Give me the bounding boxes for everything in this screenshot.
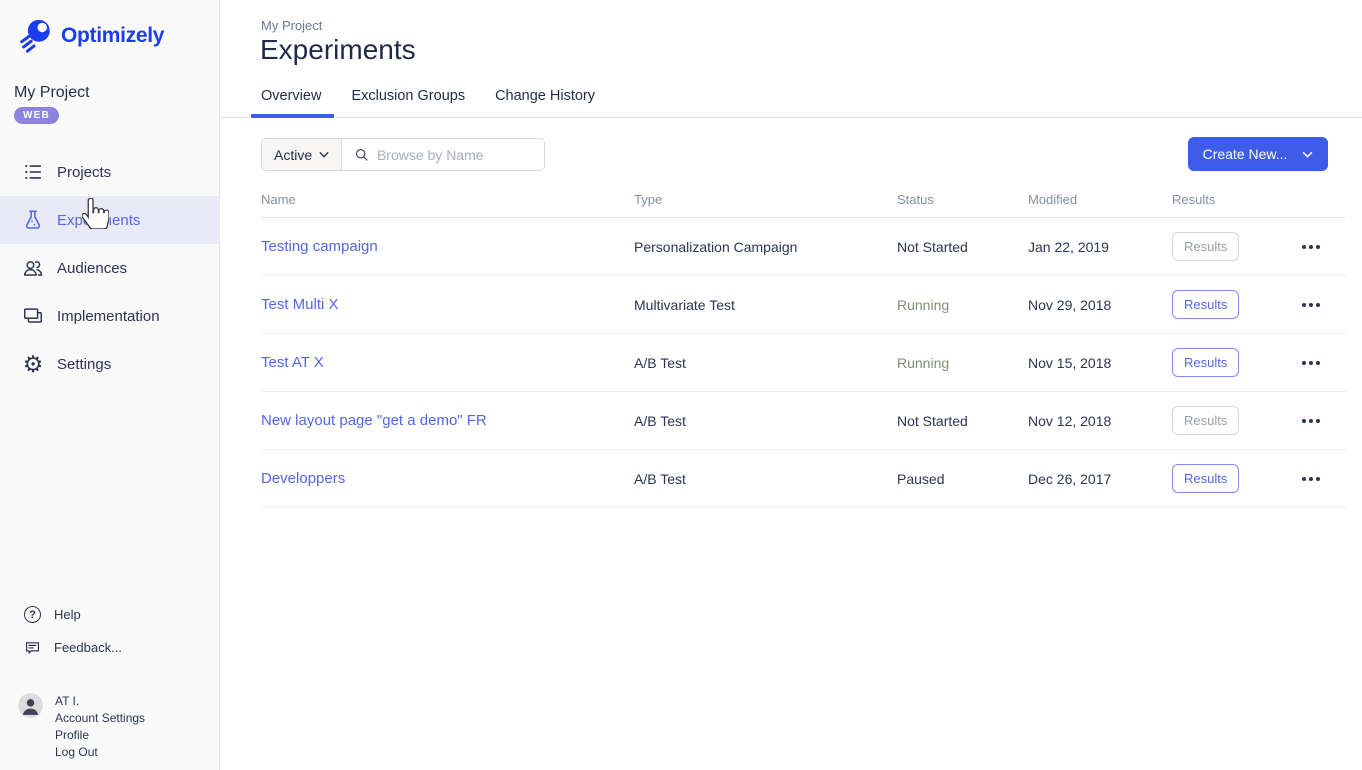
tab-overview[interactable]: Overview xyxy=(261,83,321,117)
audiences-people-icon xyxy=(22,257,44,279)
results-button[interactable]: Results xyxy=(1172,232,1239,261)
feedback-bubble-icon xyxy=(24,639,41,656)
experiment-type: Multivariate Test xyxy=(634,297,897,313)
flask-icon xyxy=(22,209,44,231)
column-header-modified: Modified xyxy=(1028,192,1172,207)
experiment-name-link[interactable]: Test AT X xyxy=(261,354,634,371)
sidebar-item-label: Settings xyxy=(57,356,111,373)
table-row: Testing campaign Personalization Campaig… xyxy=(261,218,1346,276)
tab-change-history[interactable]: Change History xyxy=(495,83,595,117)
experiments-table: Name Type Status Modified Results Testin… xyxy=(261,190,1346,508)
breadcrumb[interactable]: My Project xyxy=(261,18,322,33)
tab-bar: Overview Exclusion Groups Change History xyxy=(220,83,1362,118)
results-button[interactable]: Results xyxy=(1172,464,1239,493)
row-actions-menu[interactable] xyxy=(1302,471,1346,487)
column-header-name: Name xyxy=(261,192,634,207)
sidebar-item-experiments[interactable]: Experiments xyxy=(0,196,219,244)
experiment-status: Paused xyxy=(897,471,1028,487)
main-content: My Project Experiments Overview Exclusio… xyxy=(220,0,1362,770)
column-header-type: Type xyxy=(634,192,897,207)
experiment-modified-date: Dec 26, 2017 xyxy=(1028,471,1172,487)
sidebar: Optimizely My Project WEB Projects Exper… xyxy=(0,0,220,770)
create-new-button[interactable]: Create New... xyxy=(1188,137,1328,171)
logo-wordmark: Optimizely xyxy=(61,24,164,48)
avatar-person-icon[interactable] xyxy=(18,693,43,718)
row-actions-menu[interactable] xyxy=(1302,239,1346,255)
sidebar-nav: Projects Experiments Audiences xyxy=(0,148,219,388)
experiment-status: Running xyxy=(897,355,1028,371)
log-out-link[interactable]: Log Out xyxy=(55,744,145,761)
experiment-status: Not Started xyxy=(897,239,1028,255)
row-actions-menu[interactable] xyxy=(1302,297,1346,313)
column-header-results: Results xyxy=(1172,192,1302,207)
experiment-status: Running xyxy=(897,297,1028,313)
project-type-badge: WEB xyxy=(14,107,59,124)
optimizely-logo-icon xyxy=(16,17,54,55)
projects-list-icon xyxy=(22,161,44,183)
sidebar-project-name: My Project xyxy=(14,84,90,102)
user-block: AT I. Account Settings Profile Log Out xyxy=(18,693,145,761)
row-actions-menu[interactable] xyxy=(1302,413,1346,429)
search-input[interactable] xyxy=(377,147,532,163)
page-title: Experiments xyxy=(260,34,416,66)
help-link[interactable]: ? Help xyxy=(0,598,219,631)
chevron-down-icon xyxy=(1302,151,1313,158)
search-box xyxy=(342,139,544,170)
sidebar-item-label: Projects xyxy=(57,164,111,181)
table-header: Name Type Status Modified Results xyxy=(261,190,1346,218)
results-button[interactable]: Results xyxy=(1172,406,1239,435)
experiment-modified-date: Jan 22, 2019 xyxy=(1028,239,1172,255)
experiment-name-link[interactable]: New layout page "get a demo" FR xyxy=(261,412,634,429)
filter-search-control: Active xyxy=(261,138,545,171)
gear-icon: ⚙ xyxy=(22,353,44,375)
experiment-type: A/B Test xyxy=(634,413,897,429)
experiment-modified-date: Nov 15, 2018 xyxy=(1028,355,1172,371)
column-header-status: Status xyxy=(897,192,1028,207)
tab-exclusion-groups[interactable]: Exclusion Groups xyxy=(351,83,465,117)
experiment-type: A/B Test xyxy=(634,471,897,487)
experiment-modified-date: Nov 12, 2018 xyxy=(1028,413,1172,429)
experiment-type: Personalization Campaign xyxy=(634,239,897,255)
sidebar-item-label: Audiences xyxy=(57,260,127,277)
table-row: Developpers A/B Test Paused Dec 26, 2017… xyxy=(261,450,1346,508)
table-row: New layout page "get a demo" FR A/B Test… xyxy=(261,392,1346,450)
row-actions-menu[interactable] xyxy=(1302,355,1346,371)
sidebar-item-label: Experiments xyxy=(57,212,140,229)
results-button[interactable]: Results xyxy=(1172,348,1239,377)
table-row: Test Multi X Multivariate Test Running N… xyxy=(261,276,1346,334)
experiment-name-link[interactable]: Test Multi X xyxy=(261,296,634,313)
help-question-icon: ? xyxy=(24,606,41,623)
results-button[interactable]: Results xyxy=(1172,290,1239,319)
feedback-link[interactable]: Feedback... xyxy=(0,631,219,664)
experiment-name-link[interactable]: Testing campaign xyxy=(261,238,634,255)
search-icon xyxy=(354,146,369,163)
windows-stack-icon xyxy=(22,305,44,327)
help-label: Help xyxy=(54,607,81,622)
status-filter-dropdown[interactable]: Active xyxy=(262,139,342,170)
sidebar-item-implementation[interactable]: Implementation xyxy=(0,292,219,340)
chevron-down-icon xyxy=(319,151,329,158)
sidebar-item-label: Implementation xyxy=(57,308,160,325)
experiment-status: Not Started xyxy=(897,413,1028,429)
sidebar-footer-links: ? Help Feedback... xyxy=(0,598,219,664)
sidebar-item-audiences[interactable]: Audiences xyxy=(0,244,219,292)
feedback-label: Feedback... xyxy=(54,640,122,655)
experiment-type: A/B Test xyxy=(634,355,897,371)
create-new-label: Create New... xyxy=(1203,146,1288,162)
user-display-name: AT I. xyxy=(55,693,145,710)
account-settings-link[interactable]: Account Settings xyxy=(55,710,145,727)
experiment-name-link[interactable]: Developpers xyxy=(261,470,634,487)
experiment-modified-date: Nov 29, 2018 xyxy=(1028,297,1172,313)
status-filter-value: Active xyxy=(274,147,312,163)
sidebar-item-settings[interactable]: ⚙ Settings xyxy=(0,340,219,388)
profile-link[interactable]: Profile xyxy=(55,727,145,744)
optimizely-logo[interactable]: Optimizely xyxy=(16,17,164,55)
sidebar-item-projects[interactable]: Projects xyxy=(0,148,219,196)
table-row: Test AT X A/B Test Running Nov 15, 2018 … xyxy=(261,334,1346,392)
